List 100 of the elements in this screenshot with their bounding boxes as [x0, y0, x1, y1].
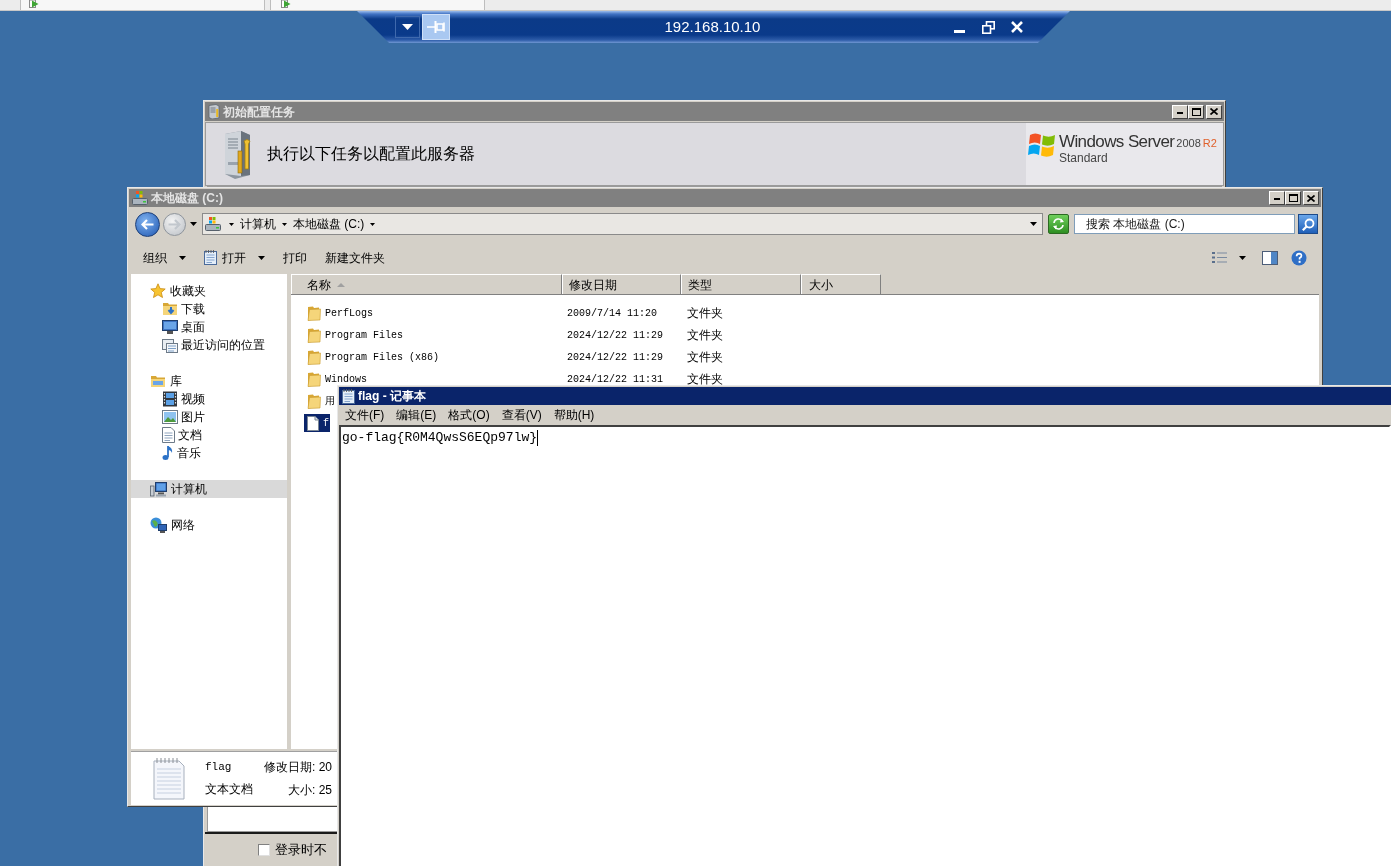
- minimize-icon: [1177, 111, 1183, 114]
- header-title: 执行以下任务以配置此服务器: [267, 144, 475, 164]
- column-header[interactable]: 名称: [291, 274, 562, 294]
- menu-item[interactable]: 编辑(E): [390, 406, 443, 424]
- nav-item[interactable]: 计算机: [131, 480, 287, 498]
- file-type: 文件夹: [686, 327, 724, 344]
- music-note-icon: [162, 445, 174, 461]
- view-icon: [1212, 252, 1227, 263]
- details-type: 文本文档: [205, 781, 254, 799]
- sort-ascending-icon: [337, 282, 345, 287]
- logo-version: 2008: [1176, 136, 1201, 151]
- folder-icon: [307, 349, 321, 365]
- close-button[interactable]: [1303, 191, 1319, 205]
- text-document-icon: [153, 757, 185, 800]
- close-icon: [1011, 21, 1023, 33]
- file-type: 文件夹: [686, 371, 724, 388]
- caret-icon: [282, 222, 287, 226]
- download-folder-icon: [162, 301, 178, 317]
- column-header[interactable]: 类型: [681, 274, 801, 294]
- document-icon: [162, 427, 175, 443]
- column-header[interactable]: 大小: [801, 274, 881, 294]
- search-button[interactable]: [1298, 214, 1318, 234]
- checkbox[interactable]: [258, 844, 270, 856]
- logo-product: Windows Server: [1059, 132, 1175, 152]
- caret-icon: [229, 222, 234, 226]
- file-name[interactable]: Program Files: [304, 326, 404, 344]
- toolbar-button[interactable]: 打印: [277, 245, 313, 270]
- notepad-icon: [204, 250, 217, 265]
- options-dropdown-button[interactable]: [395, 16, 420, 38]
- file-icon: [307, 415, 319, 431]
- folder-icon: [307, 371, 321, 387]
- caret-icon: [179, 255, 186, 260]
- details-name: flag: [205, 759, 233, 775]
- arrow-left-icon: [141, 218, 154, 230]
- address-bar[interactable]: 计算机 本地磁盘 (C:): [202, 213, 1043, 235]
- menu-item[interactable]: 查看(V): [495, 406, 548, 424]
- refresh-button[interactable]: [1048, 214, 1069, 234]
- app-icon: [281, 0, 291, 8]
- maximize-icon: [1191, 107, 1201, 116]
- recent-places-icon: [162, 337, 178, 353]
- close-icon: [1307, 194, 1315, 202]
- library-icon: [150, 373, 166, 389]
- preview-pane-icon: [1262, 250, 1278, 265]
- toolbar-button[interactable]: 组织: [137, 245, 192, 270]
- restore-icon: [981, 20, 995, 34]
- caret-icon: [189, 222, 197, 226]
- picture-icon: [162, 410, 178, 424]
- connection-title: 192.168.10.10: [664, 16, 761, 37]
- menu-item[interactable]: 帮助(H): [547, 406, 601, 424]
- checkbox-label: 登录时不: [275, 841, 327, 860]
- drive-icon: [205, 217, 221, 231]
- menu-item[interactable]: 格式(O): [442, 406, 496, 424]
- text-editor[interactable]: go-flag{R0M4QwsS6EQp97lw}: [339, 425, 1391, 866]
- folder-icon: [307, 393, 321, 409]
- window-title: flag - 记事本: [358, 390, 427, 402]
- breadcrumb[interactable]: 计算机: [240, 215, 276, 233]
- arrow-right-icon: [168, 218, 181, 230]
- back-button[interactable]: [135, 211, 160, 237]
- modified-date: 2024/12/22 11:29: [566, 328, 664, 343]
- close-icon: [1210, 108, 1218, 115]
- computer-icon: [150, 481, 167, 497]
- desktop-icon: [162, 320, 178, 334]
- caret-icon: [1029, 222, 1037, 226]
- modified-date: 2009/7/14 11:20: [566, 306, 658, 321]
- maximize-button[interactable]: [1285, 191, 1301, 205]
- caret-icon: [370, 222, 376, 226]
- minimize-button[interactable]: [1172, 104, 1188, 119]
- file-name[interactable]: Program Files (x86): [304, 348, 441, 366]
- refresh-icon: [1052, 218, 1065, 230]
- window-title: 本地磁盘 (C:): [151, 192, 224, 204]
- toolbar-button[interactable]: 打开: [198, 245, 271, 270]
- folder-icon: [307, 305, 321, 321]
- search-field[interactable]: 搜索 本地磁盘 (C:): [1074, 214, 1295, 234]
- minimize-icon: [1274, 198, 1280, 200]
- search-icon: [1301, 217, 1315, 231]
- toolbar-button[interactable]: 新建文件夹: [319, 245, 391, 270]
- file-type: 文件夹: [686, 349, 724, 366]
- caret-icon: [1239, 255, 1246, 260]
- close-button[interactable]: [1206, 104, 1222, 119]
- minimize-button[interactable]: [1269, 191, 1285, 205]
- modified-date: 2024/12/22 11:29: [566, 350, 664, 365]
- logo-edition: Standard: [1059, 152, 1109, 165]
- file-name[interactable]: 用: [304, 392, 336, 410]
- drive-icon: [132, 191, 148, 205]
- file-name[interactable]: PerfLogs: [304, 304, 374, 322]
- logo-icon: [1028, 132, 1056, 159]
- server-icon: [208, 104, 220, 119]
- menu-item[interactable]: 文件(F): [339, 406, 391, 424]
- breadcrumb[interactable]: 本地磁盘 (C:): [293, 215, 365, 233]
- notepad-icon: [342, 388, 355, 404]
- maximize-icon: [1288, 194, 1298, 202]
- caret-icon: [258, 255, 265, 260]
- folder-icon: [307, 327, 321, 343]
- file-name[interactable]: Windows: [304, 370, 368, 388]
- logo-release: R2: [1202, 136, 1217, 151]
- column-header[interactable]: 修改日期: [562, 274, 681, 294]
- maximize-button[interactable]: [1188, 104, 1204, 119]
- file-name[interactable]: f: [304, 414, 330, 432]
- pin-icon: [427, 21, 445, 33]
- window-title: 初始配置任务: [223, 105, 296, 118]
